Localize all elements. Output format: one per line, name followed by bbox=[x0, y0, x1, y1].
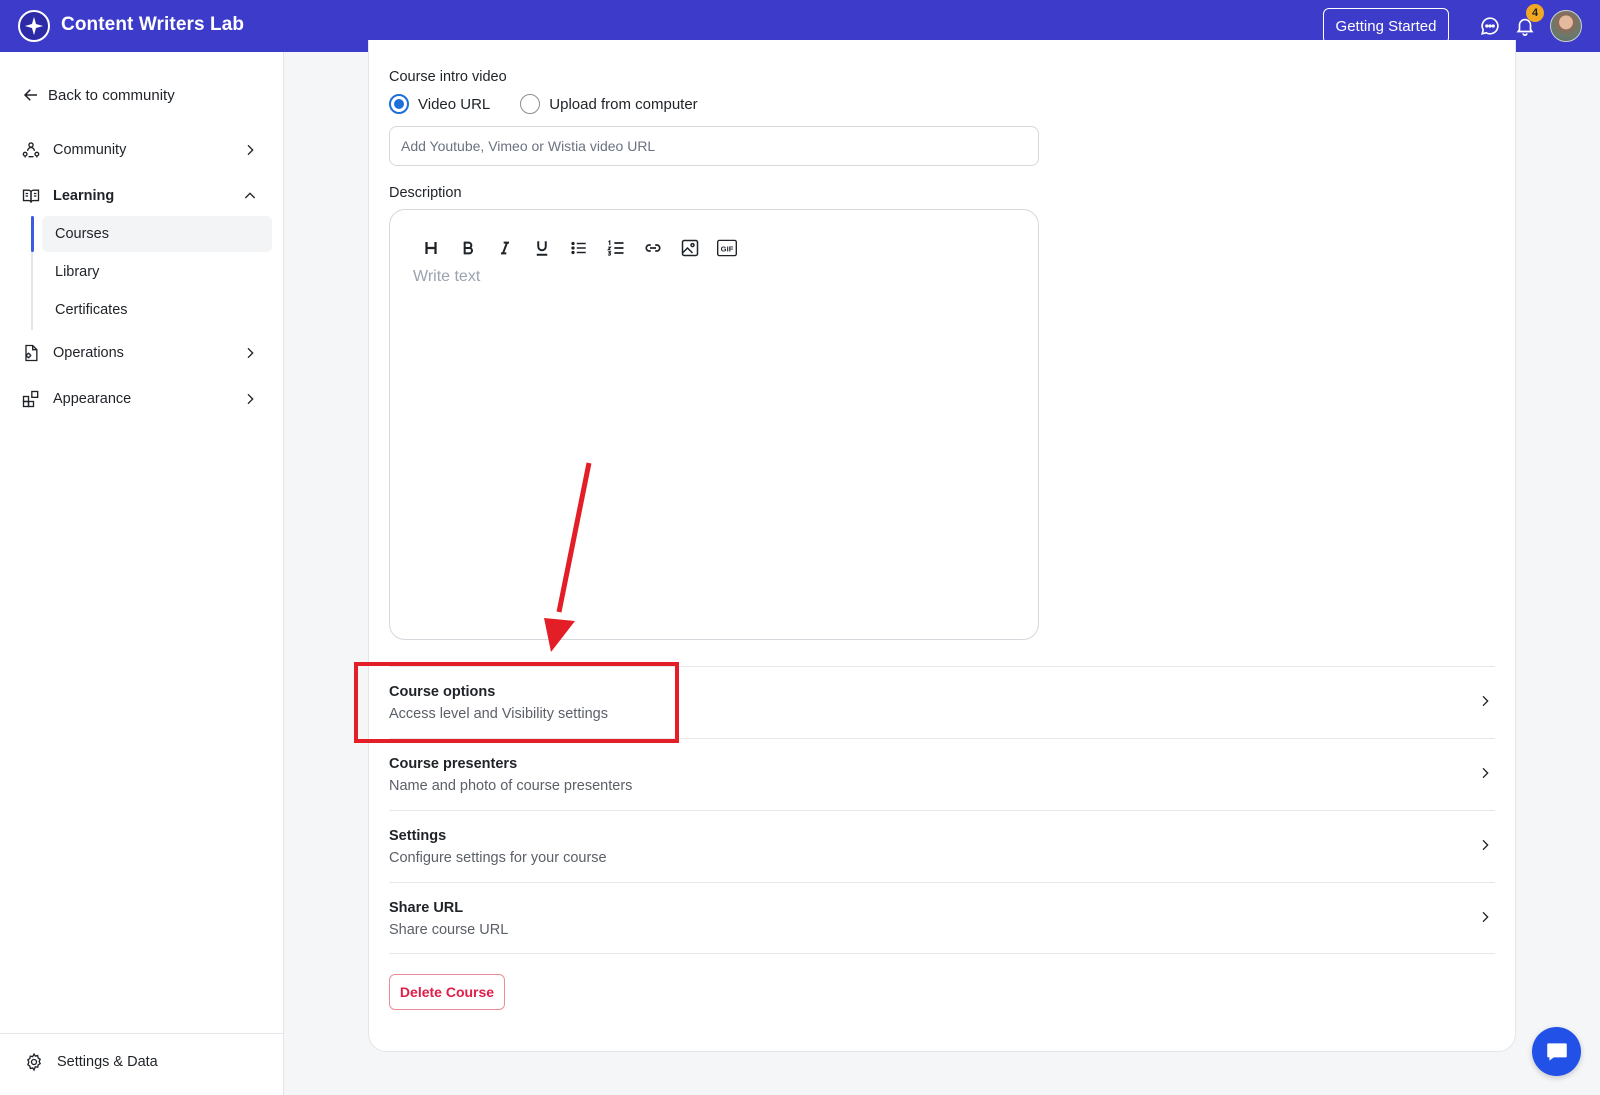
underline-icon[interactable] bbox=[523, 234, 560, 262]
settings-subtitle: Configure settings for your course bbox=[389, 850, 607, 866]
chat-icon[interactable] bbox=[1478, 14, 1502, 38]
bold-icon[interactable] bbox=[449, 234, 486, 262]
sidebar-subitem-certificates[interactable]: Certificates bbox=[42, 292, 272, 328]
divider bbox=[389, 953, 1495, 954]
sidebar: Back to community Community Learning Cou… bbox=[0, 52, 284, 1095]
chevron-right-icon bbox=[1475, 907, 1495, 927]
brand-name[interactable]: Content Writers Lab bbox=[61, 14, 244, 36]
annotation-highlight-box bbox=[354, 662, 679, 743]
settings-title: Settings bbox=[389, 828, 447, 844]
heading-icon[interactable] bbox=[412, 234, 449, 262]
sidebar-divider bbox=[0, 1033, 284, 1034]
share-url-subtitle: Share course URL bbox=[389, 922, 509, 938]
editor-placeholder[interactable]: Write text bbox=[413, 268, 480, 286]
bullet-list-icon[interactable] bbox=[560, 234, 597, 262]
back-to-community-label: Back to community bbox=[48, 86, 175, 104]
sidebar-item-label: Community bbox=[53, 142, 127, 158]
back-to-community-link[interactable]: Back to community bbox=[22, 86, 175, 104]
editor-toolbar: GIF bbox=[412, 234, 745, 262]
gif-icon[interactable]: GIF bbox=[708, 234, 745, 262]
italic-icon[interactable] bbox=[486, 234, 523, 262]
upload-radio-option[interactable]: Upload from computer bbox=[520, 94, 698, 114]
sidebar-item-appearance[interactable]: Appearance bbox=[20, 384, 266, 414]
sidebar-item-label: Appearance bbox=[53, 391, 132, 407]
arrow-left-icon bbox=[23, 89, 37, 101]
settings-and-data-link[interactable]: Settings & Data bbox=[24, 1052, 158, 1072]
sidebar-subitem-library[interactable]: Library bbox=[42, 254, 272, 290]
course-presenters-subtitle: Name and photo of course presenters bbox=[389, 778, 633, 794]
chevron-right-icon bbox=[1475, 763, 1495, 783]
community-icon bbox=[20, 139, 42, 161]
numbered-list-icon[interactable] bbox=[597, 234, 634, 262]
sidebar-item-learning[interactable]: Learning bbox=[20, 181, 266, 211]
description-editor[interactable]: GIF Write text bbox=[389, 209, 1039, 640]
getting-started-button[interactable]: Getting Started bbox=[1323, 8, 1449, 44]
video-url-radio-label: Video URL bbox=[418, 95, 491, 113]
book-icon bbox=[20, 185, 42, 207]
message-icon bbox=[1546, 1042, 1567, 1061]
course-intro-video-label: Course intro video bbox=[389, 69, 507, 85]
operations-icon bbox=[20, 342, 42, 364]
settings-and-data-label: Settings & Data bbox=[57, 1054, 158, 1070]
sidebar-item-community[interactable]: Community bbox=[20, 135, 266, 165]
sidebar-item-label: Learning bbox=[53, 188, 115, 204]
svg-text:GIF: GIF bbox=[720, 244, 733, 253]
share-url-title: Share URL bbox=[389, 900, 464, 916]
video-url-radio[interactable] bbox=[389, 94, 409, 114]
chat-support-button[interactable] bbox=[1532, 1027, 1581, 1076]
intro-video-source-radio-group: Video URL Upload from computer bbox=[389, 94, 728, 114]
settings-row[interactable]: Settings Configure settings for your cou… bbox=[389, 810, 1495, 882]
video-url-input[interactable] bbox=[389, 126, 1039, 166]
sidebar-item-operations[interactable]: Operations bbox=[20, 338, 266, 368]
image-icon[interactable] bbox=[671, 234, 708, 262]
chevron-right-icon bbox=[240, 140, 260, 160]
description-label: Description bbox=[389, 185, 462, 201]
chevron-right-icon bbox=[240, 389, 260, 409]
submenu-active-indicator bbox=[31, 216, 34, 252]
course-presenters-row[interactable]: Course presenters Name and photo of cour… bbox=[389, 738, 1495, 810]
chevron-right-icon bbox=[240, 343, 260, 363]
appearance-icon bbox=[20, 388, 42, 410]
upload-from-computer-radio[interactable] bbox=[520, 94, 541, 114]
chevron-right-icon bbox=[1475, 835, 1495, 855]
delete-course-button[interactable]: Delete Course bbox=[389, 974, 505, 1010]
sidebar-subitem-courses[interactable]: Courses bbox=[42, 216, 272, 252]
brand-logo-icon[interactable] bbox=[18, 10, 50, 42]
link-icon[interactable] bbox=[634, 234, 671, 262]
chevron-up-icon bbox=[240, 186, 260, 206]
sidebar-item-label: Operations bbox=[53, 345, 124, 361]
video-url-radio-option[interactable]: Video URL bbox=[389, 94, 490, 114]
gear-icon bbox=[26, 1052, 42, 1072]
chevron-right-icon bbox=[1475, 691, 1495, 711]
upload-radio-label: Upload from computer bbox=[549, 95, 698, 113]
share-url-row[interactable]: Share URL Share course URL bbox=[389, 882, 1495, 954]
notification-badge: 4 bbox=[1526, 4, 1544, 22]
avatar[interactable] bbox=[1550, 10, 1582, 42]
course-presenters-title: Course presenters bbox=[389, 756, 518, 772]
